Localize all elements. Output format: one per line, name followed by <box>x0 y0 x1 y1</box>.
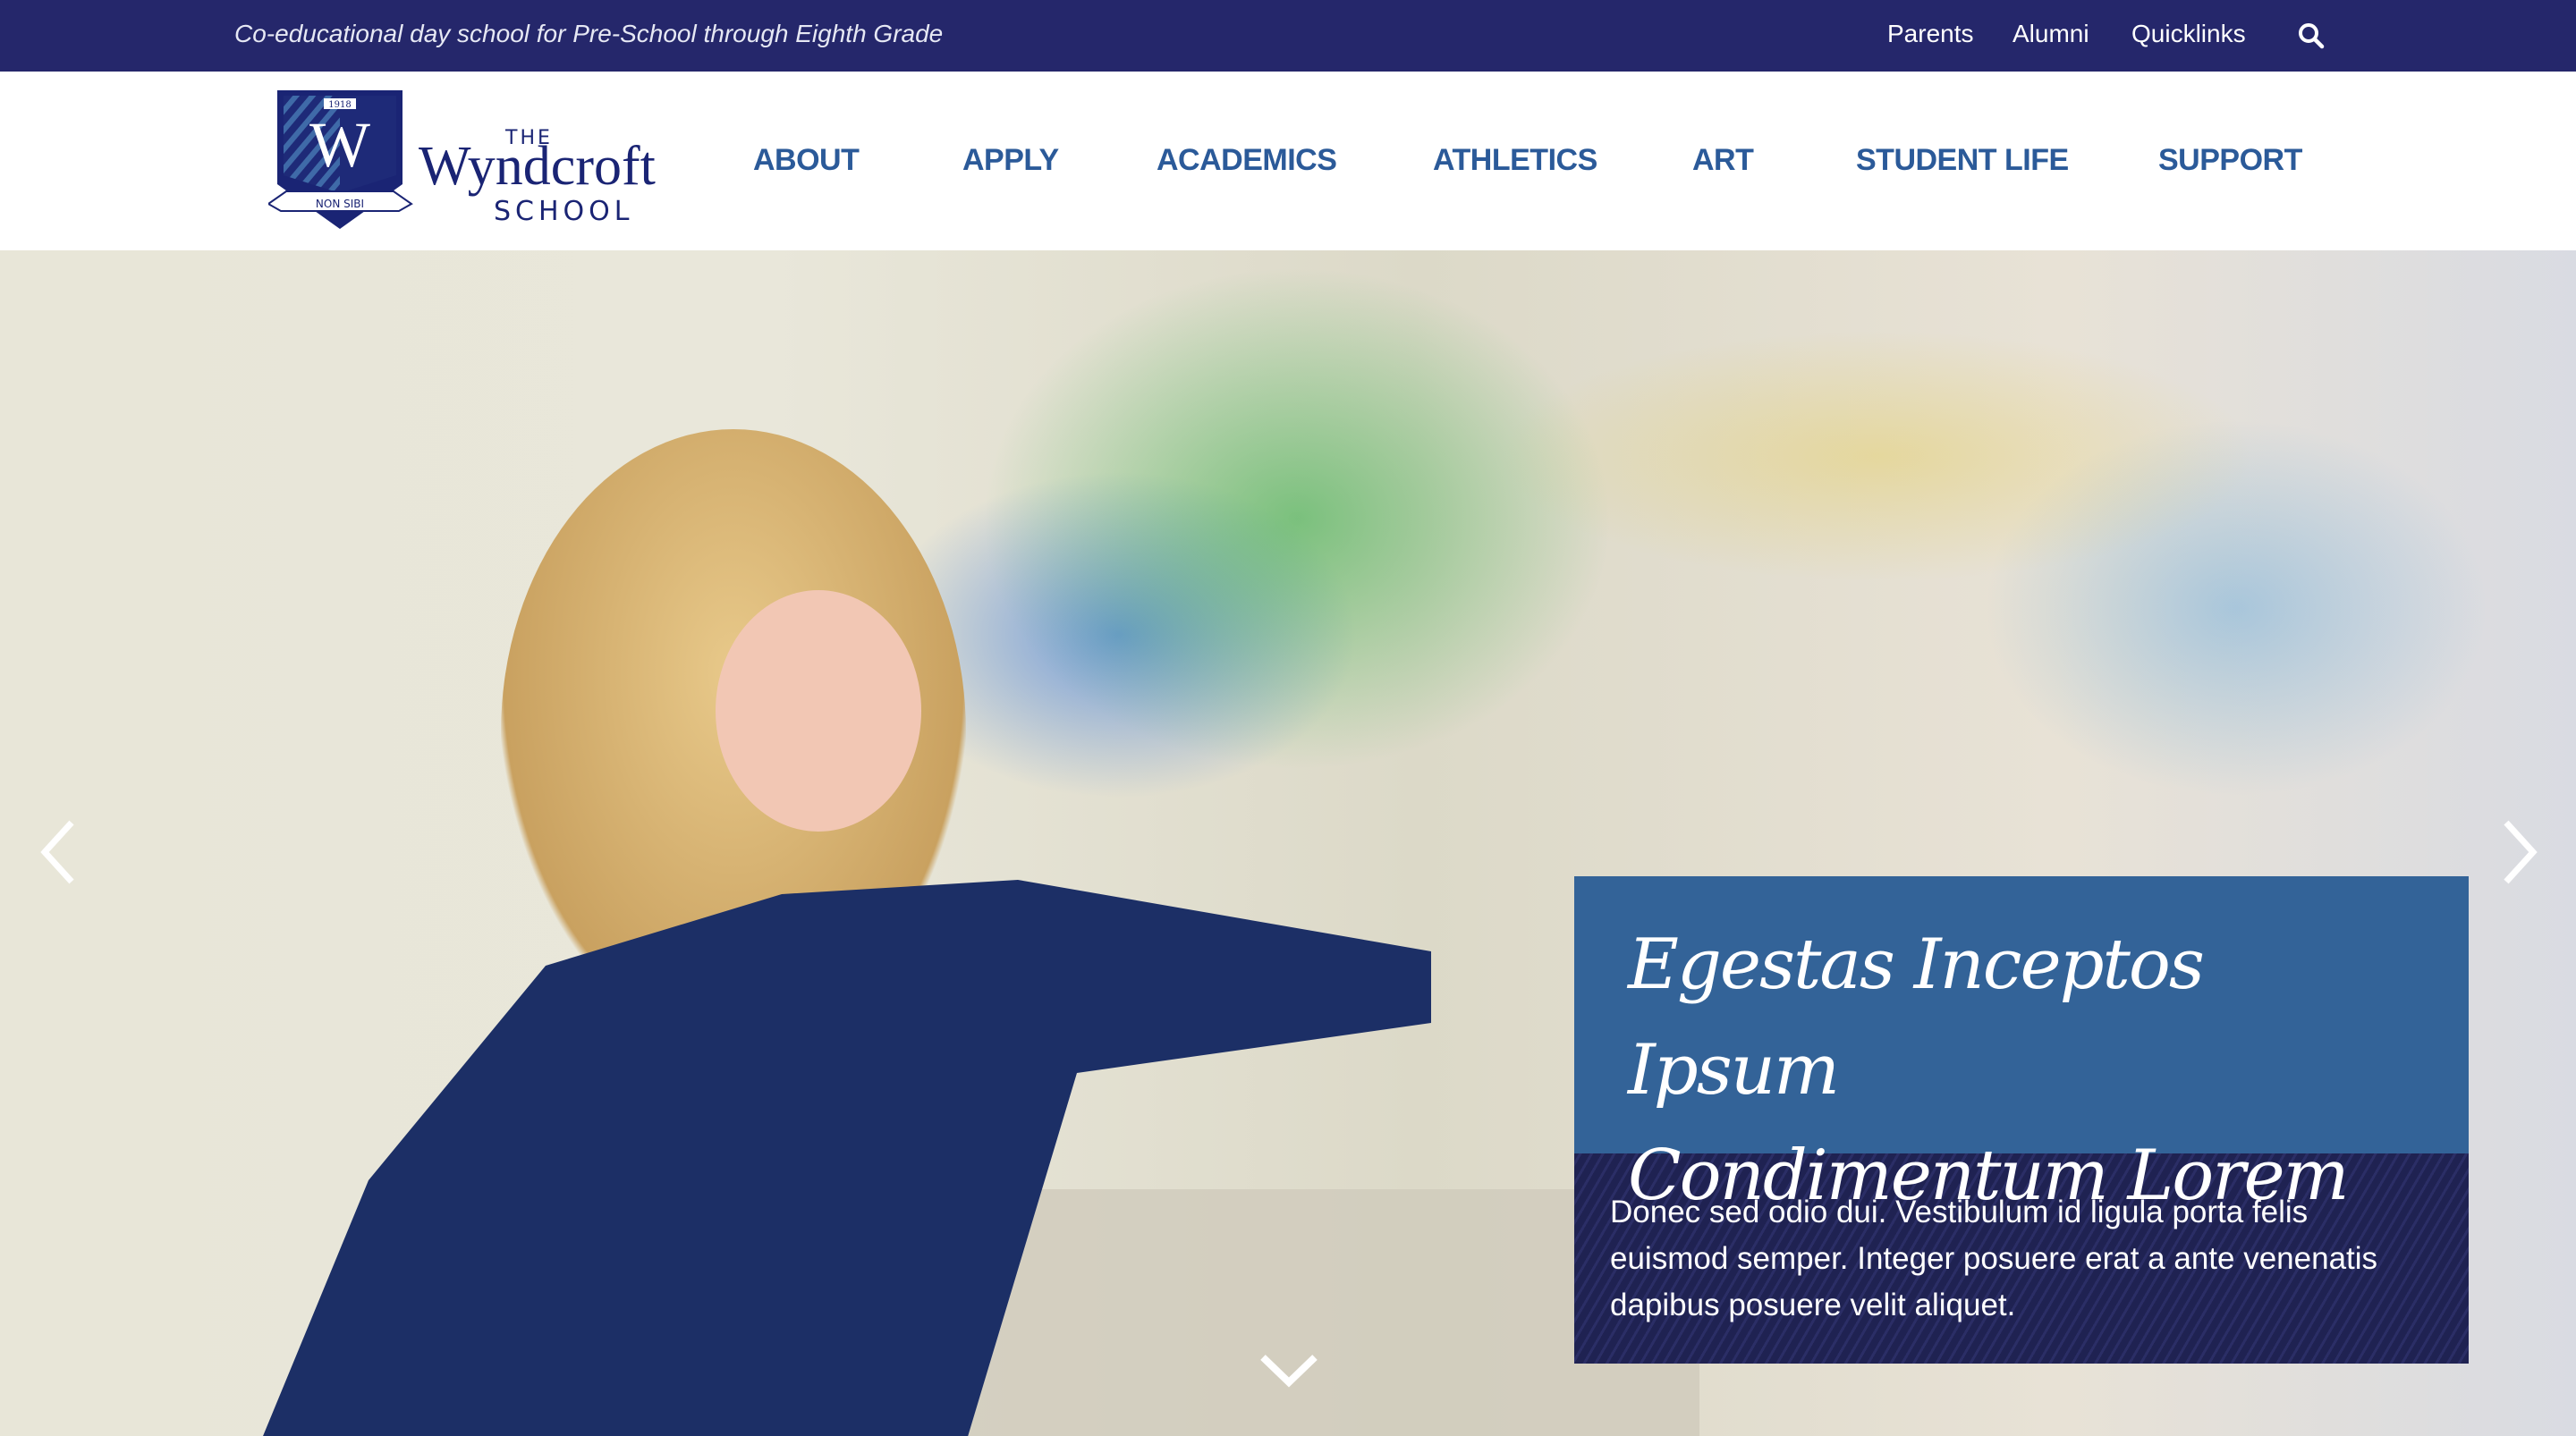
nav-athletics[interactable]: ATHLETICS <box>1433 143 1597 178</box>
hero-photo-face <box>716 590 921 832</box>
link-quicklinks[interactable]: Quicklinks <box>2131 20 2246 48</box>
next-slide-icon[interactable] <box>2492 812 2546 892</box>
logo-letter: W <box>309 109 370 181</box>
nav-support[interactable]: SUPPORT <box>2158 143 2302 178</box>
nav-art[interactable]: ART <box>1692 143 1754 178</box>
nav-student-life[interactable]: STUDENT LIFE <box>1856 143 2069 178</box>
hero-caption-card: Egestas Inceptos Ipsum Condimentum Lorem… <box>1574 876 2469 1364</box>
scroll-down-icon[interactable] <box>1258 1348 1320 1393</box>
hero-title-line1: Egestas Inceptos Ipsum <box>1628 925 2205 1111</box>
utility-bar: Co-educational day school for Pre-School… <box>0 0 2576 72</box>
hero-title: Egestas Inceptos Ipsum Condimentum Lorem <box>1574 876 2469 1216</box>
nav-apply[interactable]: APPLY <box>962 143 1059 178</box>
link-alumni[interactable]: Alumni <box>2012 20 2089 48</box>
logo-name: Wyndcroft <box>419 136 656 197</box>
search-icon[interactable] <box>2295 20 2327 52</box>
school-logo[interactable]: 1918 W NON SIBI THE Wyndcroft SCHOOL <box>268 86 662 238</box>
site-header: 1918 W NON SIBI THE Wyndcroft SCHOOL ABO… <box>0 72 2576 250</box>
logo-school: SCHOOL <box>494 196 634 227</box>
link-parents[interactable]: Parents <box>1887 20 1974 48</box>
logo-motto: NON SIBI <box>316 198 364 210</box>
tagline: Co-educational day school for Pre-School… <box>234 20 944 47</box>
nav-academics[interactable]: ACADEMICS <box>1157 143 1337 178</box>
nav-about[interactable]: ABOUT <box>753 143 860 178</box>
prev-slide-icon[interactable] <box>32 812 86 892</box>
